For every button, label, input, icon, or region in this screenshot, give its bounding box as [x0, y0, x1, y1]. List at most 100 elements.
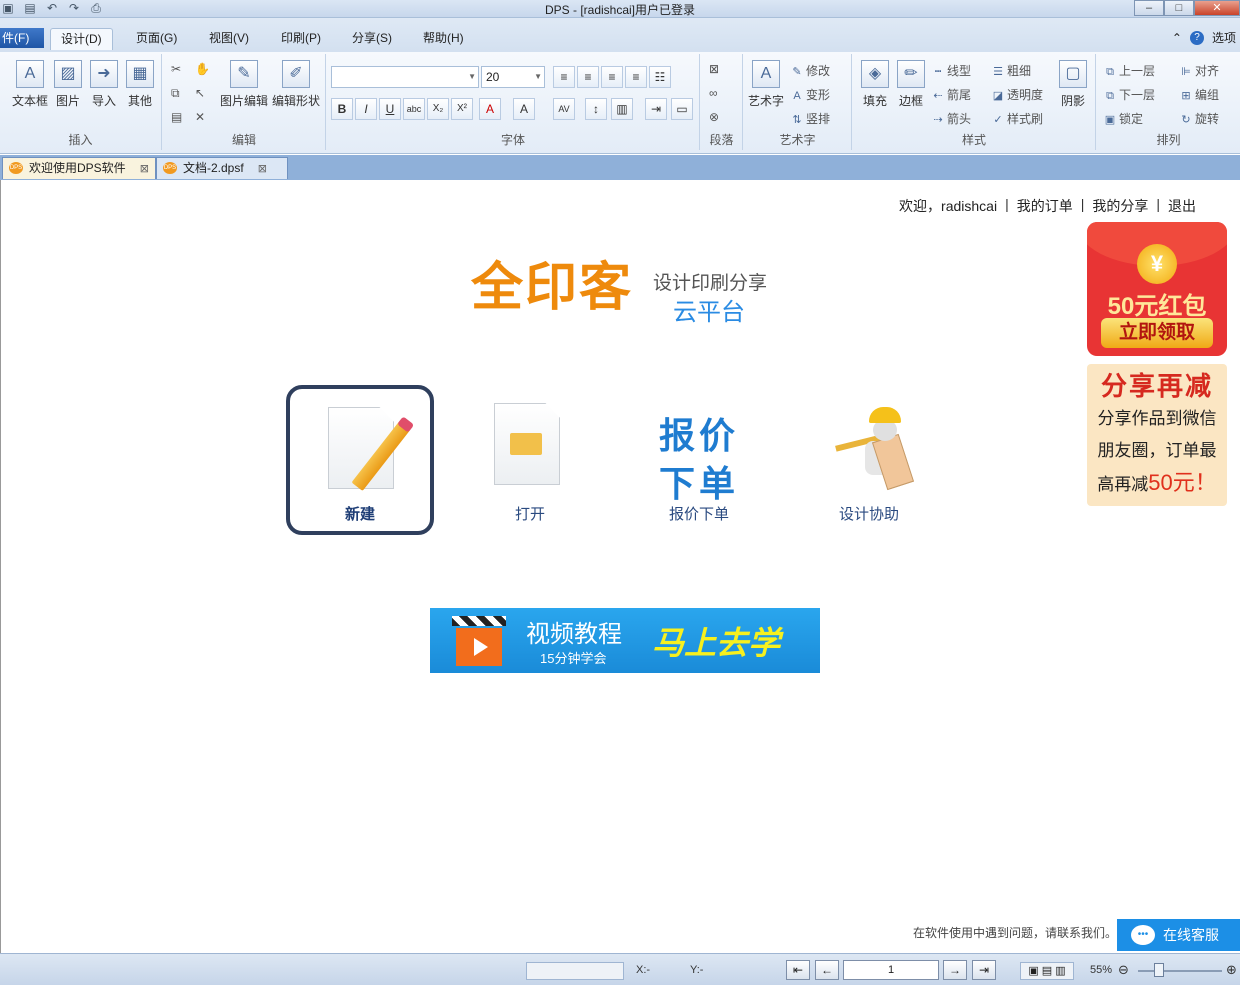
- last-page-icon[interactable]: ⇥: [972, 960, 996, 980]
- close-tab-icon[interactable]: ⊠: [258, 163, 267, 175]
- superscript-icon[interactable]: X²: [451, 98, 473, 120]
- open-document-tile[interactable]: 打开: [456, 385, 604, 535]
- video-tutorial-banner[interactable]: 视频教程 15分钟学会 马上去学: [430, 608, 820, 673]
- design-help-tile[interactable]: 设计协助: [795, 385, 943, 535]
- char-spacing-icon[interactable]: AV: [553, 98, 575, 120]
- options-button[interactable]: 选项: [1212, 29, 1236, 46]
- doc-tab-document[interactable]: DPS 文档-2.dpsf ⊠: [156, 157, 288, 179]
- bring-forward-button[interactable]: ⧉ 上一层: [1103, 62, 1155, 79]
- import-button[interactable]: ➜ 导入: [84, 60, 124, 109]
- select-icon[interactable]: ↖: [195, 86, 205, 100]
- copy-icon[interactable]: ⧉: [171, 86, 180, 101]
- transform-button[interactable]: A 变形: [790, 86, 830, 103]
- vertical-text-icon: ⇅: [792, 114, 802, 126]
- link-icon[interactable]: ∞: [709, 86, 718, 100]
- my-orders-link[interactable]: 我的订单: [1017, 196, 1073, 216]
- next-page-icon[interactable]: →: [943, 960, 967, 980]
- font-color-icon[interactable]: A: [479, 98, 501, 120]
- unlink-icon[interactable]: ⊗: [709, 110, 719, 124]
- line-spacing-icon[interactable]: ↕: [585, 98, 607, 120]
- shadow-button[interactable]: ▢ 阴影: [1053, 60, 1093, 109]
- first-page-icon[interactable]: ⇤: [786, 960, 810, 980]
- arrow-tail-button[interactable]: ⇠ 箭尾: [931, 86, 971, 103]
- line-type-button[interactable]: ┅ 线型: [931, 62, 971, 79]
- vertical-button[interactable]: ⇅ 竖排: [790, 110, 830, 127]
- minimize-button[interactable]: –: [1134, 0, 1164, 16]
- modify-button[interactable]: ✎ 修改: [790, 62, 830, 79]
- group-font: ▼ 20 ▼ ≡ ≡ ≡ ≡ ☷ B I U abc X₂ X² A A AV ↕…: [327, 54, 700, 150]
- image-edit-button[interactable]: ✎ 图片编辑: [219, 60, 269, 109]
- page-number-select[interactable]: 1: [843, 960, 939, 980]
- transparency-button[interactable]: ◪ 透明度: [991, 86, 1043, 103]
- menu-bar: 件(F) 设计(D) 页面(G) 视图(V) 印刷(P) 分享(S) 帮助(H)…: [0, 18, 1240, 52]
- cut-icon[interactable]: ✂: [171, 62, 181, 76]
- format-painter-button[interactable]: ✓ 样式刷: [991, 110, 1043, 127]
- maximize-button[interactable]: □: [1164, 0, 1194, 16]
- align-button[interactable]: ⊫ 对齐: [1179, 62, 1219, 79]
- prev-page-icon[interactable]: ←: [815, 960, 839, 980]
- font-name-select[interactable]: ▼: [331, 66, 479, 88]
- zoom-out-icon[interactable]: ⊖: [1118, 962, 1129, 978]
- bold-icon[interactable]: B: [331, 98, 353, 120]
- other-button[interactable]: ▦ 其他: [120, 60, 160, 109]
- online-support-button[interactable]: ••• 在线客服: [1117, 919, 1240, 951]
- fill-button[interactable]: ◈ 填充: [855, 60, 895, 109]
- align-right-icon[interactable]: ≡: [601, 66, 623, 88]
- shape-edit-button[interactable]: ✐ 编辑形状: [271, 60, 321, 109]
- share-discount-promo[interactable]: 分享再减 分享作品到微信 朋友圈，订单最 高再减50元！: [1087, 364, 1227, 506]
- send-backward-button[interactable]: ⧉ 下一层: [1103, 86, 1155, 103]
- logout-link[interactable]: 退出: [1168, 196, 1196, 216]
- my-shares-link[interactable]: 我的分享: [1092, 196, 1148, 216]
- line-type-icon: ┅: [934, 66, 942, 78]
- arrow-head-button[interactable]: ⇢ 箭头: [931, 110, 971, 127]
- table-icon[interactable]: ⊠: [709, 62, 719, 76]
- view-mode-icons[interactable]: ▣ ▤ ▥: [1020, 962, 1074, 980]
- align-center-icon[interactable]: ≡: [577, 66, 599, 88]
- tab-share[interactable]: 分享(S): [342, 28, 402, 50]
- delete-icon[interactable]: ✕: [195, 110, 205, 124]
- new-document-tile[interactable]: 新建: [286, 385, 434, 535]
- claim-now-button[interactable]: 立即领取: [1101, 318, 1213, 348]
- file-menu[interactable]: 件(F): [0, 28, 44, 48]
- columns-icon[interactable]: ▥: [611, 98, 633, 120]
- zoom-slider-track[interactable]: [1138, 970, 1222, 972]
- text-box-format-icon[interactable]: ▭: [671, 98, 693, 120]
- border-button[interactable]: ✏ 边框: [891, 60, 931, 109]
- close-button[interactable]: ✕: [1194, 0, 1240, 16]
- red-packet-promo[interactable]: ¥ 50元红包 立即领取: [1087, 222, 1227, 356]
- distribute-icon[interactable]: ☷: [649, 66, 671, 88]
- hand-icon[interactable]: ✋: [195, 62, 210, 76]
- help-icon[interactable]: ?: [1189, 30, 1204, 45]
- paste-icon[interactable]: ▤: [171, 110, 182, 124]
- tab-page[interactable]: 页面(G): [126, 28, 187, 50]
- ribbon: A 文本框 ▨ 图片 ➜ 导入 ▦ 其他 插入 ✂ ✋ ⧉ ↖ ▤ ✕ ✎ 图片编辑 ✐ 编…: [0, 52, 1240, 154]
- close-tab-icon[interactable]: ⊠: [140, 163, 149, 175]
- doc-tab-welcome[interactable]: DPS 欢迎使用DPS软件 ⊠: [2, 157, 156, 179]
- tab-print[interactable]: 印刷(P): [271, 28, 331, 50]
- quote-graphic-line2: 下单: [658, 463, 739, 504]
- zoom-slider-thumb[interactable]: [1154, 963, 1164, 977]
- line-weight-button[interactable]: ☰ 粗细: [991, 62, 1031, 79]
- align-left-icon[interactable]: ≡: [553, 66, 575, 88]
- tab-view[interactable]: 视图(V): [199, 28, 259, 50]
- image-button[interactable]: ▨ 图片: [48, 60, 88, 109]
- collapse-ribbon-icon[interactable]: ⌃: [1172, 31, 1182, 45]
- lock-button[interactable]: ▣ 锁定: [1103, 110, 1143, 127]
- rotate-button[interactable]: ↻ 旋转: [1179, 110, 1219, 127]
- align-icon: ⊫: [1181, 66, 1191, 78]
- group-button[interactable]: ⊞ 编组: [1179, 86, 1219, 103]
- subscript-icon[interactable]: X₂: [427, 98, 449, 120]
- justify-icon[interactable]: ≡: [625, 66, 647, 88]
- underline-icon[interactable]: U: [379, 98, 401, 120]
- textbox-button[interactable]: A 文本框: [10, 60, 50, 109]
- italic-icon[interactable]: I: [355, 98, 377, 120]
- indent-icon[interactable]: ⇥: [645, 98, 667, 120]
- arttext-button[interactable]: A 艺术字: [746, 60, 786, 109]
- tab-help[interactable]: 帮助(H): [413, 28, 474, 50]
- strikethrough-icon[interactable]: abc: [403, 98, 425, 120]
- tab-design[interactable]: 设计(D): [50, 28, 113, 50]
- zoom-in-icon[interactable]: ⊕: [1226, 962, 1237, 978]
- highlight-icon[interactable]: A: [513, 98, 535, 120]
- font-size-select[interactable]: 20 ▼: [481, 66, 545, 88]
- quote-order-tile[interactable]: 报价 下单 报价下单: [625, 385, 773, 535]
